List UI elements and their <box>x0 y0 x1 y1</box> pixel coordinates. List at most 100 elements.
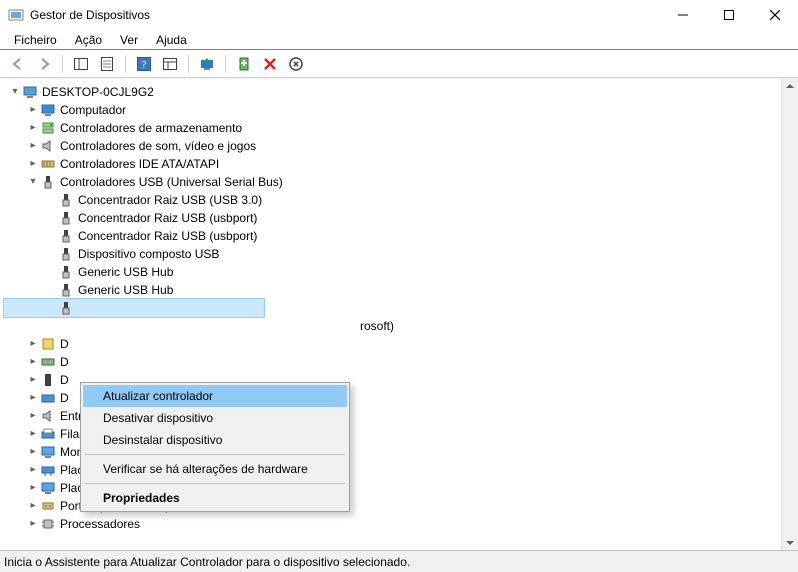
tree-item[interactable]: ▸ D <box>4 335 781 353</box>
disable-device-button[interactable] <box>258 52 282 76</box>
chevron-right-icon[interactable]: ▸ <box>26 407 40 425</box>
content-area: ▾ DESKTOP-0CJL9G2 ▸ Computador ▸ Control… <box>0 78 798 550</box>
action-button[interactable] <box>158 52 182 76</box>
processor-icon <box>40 516 56 532</box>
window-title: Gestor de Dispositivos <box>24 8 150 22</box>
tree-item[interactable]: ▸ Computador <box>4 101 781 119</box>
sound-icon <box>40 138 56 154</box>
tree-item[interactable]: ▸ Controladores de som, vídeo e jogos <box>4 137 781 155</box>
chevron-right-icon[interactable]: ▸ <box>26 137 40 155</box>
tree-item[interactable]: Dispositivo composto USB <box>4 245 781 263</box>
back-button[interactable] <box>6 52 30 76</box>
toolbar-separator <box>188 55 189 73</box>
minimize-button[interactable] <box>660 0 706 30</box>
chevron-right-icon[interactable]: ▸ <box>26 371 40 389</box>
tree-item[interactable]: ▾ Controladores USB (Universal Serial Bu… <box>4 173 781 191</box>
device-icon <box>40 372 56 388</box>
tree-item-label: D <box>60 353 69 371</box>
usb-icon <box>58 264 74 280</box>
usb-icon <box>58 192 74 208</box>
computer-icon <box>22 84 38 100</box>
toolbar: ? <box>0 50 798 78</box>
statusbar: Inicia o Assistente para Atualizar Contr… <box>0 550 798 572</box>
tree-item[interactable]: Concentrador Raiz USB (usbport) <box>4 227 781 245</box>
context-menu-disable-device[interactable]: Desativar dispositivo <box>83 407 347 429</box>
menu-action[interactable]: Ação <box>67 31 110 49</box>
chevron-right-icon[interactable]: ▸ <box>26 353 40 371</box>
tree-item[interactable]: ▸ Controladores IDE ATA/ATAPI <box>4 155 781 173</box>
context-menu-update-driver[interactable]: Atualizar controlador <box>83 385 347 407</box>
tree-item[interactable]: rosoft) <box>4 317 781 335</box>
vertical-scrollbar[interactable] <box>781 79 798 550</box>
tree-item-label: Concentrador Raiz USB (USB 3.0) <box>78 191 262 209</box>
chevron-down-icon[interactable]: ▾ <box>26 173 40 191</box>
device-icon <box>40 336 56 352</box>
menubar: Ficheiro Ação Ver Ajuda <box>0 30 798 50</box>
chevron-right-icon[interactable]: ▸ <box>26 119 40 137</box>
tree-item-label: Computador <box>60 101 126 119</box>
tree-item[interactable]: Generic USB Hub <box>4 281 781 299</box>
tree-item-selected[interactable] <box>4 299 264 317</box>
context-menu-uninstall-device[interactable]: Desinstalar dispositivo <box>83 429 347 451</box>
tree-item[interactable]: ▸ Controladores de armazenamento <box>4 119 781 137</box>
printer-icon <box>40 426 56 442</box>
tree-item-label-tail: rosoft) <box>78 317 394 335</box>
svg-text:?: ? <box>142 59 147 71</box>
tree-item-label: Controladores IDE ATA/ATAPI <box>60 155 219 173</box>
chevron-right-icon[interactable]: ▸ <box>26 497 40 515</box>
tree-item[interactable]: ▸ Processadores <box>4 515 781 533</box>
context-menu-separator <box>85 454 345 455</box>
storage-icon <box>40 120 56 136</box>
context-menu-separator <box>85 483 345 484</box>
enable-device-button[interactable] <box>232 52 256 76</box>
tree-item-label: Generic USB Hub <box>78 263 173 281</box>
chevron-right-icon[interactable]: ▸ <box>26 443 40 461</box>
tree-item[interactable]: Concentrador Raiz USB (USB 3.0) <box>4 191 781 209</box>
tree-item[interactable]: Generic USB Hub <box>4 263 781 281</box>
tree-item-label: D <box>60 389 69 407</box>
titlebar: Gestor de Dispositivos <box>0 0 798 30</box>
tree-item-label: Concentrador Raiz USB (usbport) <box>78 227 257 245</box>
maximize-button[interactable] <box>706 0 752 30</box>
context-menu-properties[interactable]: Propriedades <box>83 487 347 509</box>
chevron-right-icon[interactable]: ▸ <box>26 101 40 119</box>
tree-item-label: Generic USB Hub <box>78 281 173 299</box>
tree-item-label: Concentrador Raiz USB (usbport) <box>78 209 257 227</box>
close-button[interactable] <box>752 0 798 30</box>
tree-item-label: Processadores <box>60 515 140 533</box>
tree-item[interactable]: ▸ D <box>4 353 781 371</box>
ide-icon <box>40 156 56 172</box>
port-icon <box>40 498 56 514</box>
menu-help[interactable]: Ajuda <box>148 31 195 49</box>
audio-icon <box>40 408 56 424</box>
uninstall-device-button[interactable] <box>284 52 308 76</box>
update-driver-button[interactable] <box>195 52 219 76</box>
network-icon <box>40 462 56 478</box>
tree-root[interactable]: ▾ DESKTOP-0CJL9G2 <box>4 83 781 101</box>
show-hide-tree-button[interactable] <box>69 52 93 76</box>
window-controls <box>660 0 798 30</box>
chevron-right-icon[interactable]: ▸ <box>26 515 40 533</box>
tree-item-label: Dispositivo composto USB <box>78 245 219 263</box>
tree-item[interactable]: Concentrador Raiz USB (usbport) <box>4 209 781 227</box>
chevron-right-icon[interactable]: ▸ <box>26 155 40 173</box>
context-menu-scan-hardware[interactable]: Verificar se há alterações de hardware <box>83 458 347 480</box>
device-icon <box>40 390 56 406</box>
forward-button[interactable] <box>32 52 56 76</box>
chevron-right-icon[interactable]: ▸ <box>26 461 40 479</box>
device-icon <box>40 354 56 370</box>
computer-icon <box>40 102 56 118</box>
help-button[interactable]: ? <box>132 52 156 76</box>
tree-item-label <box>78 299 81 317</box>
usb-icon <box>58 300 74 316</box>
menu-file[interactable]: Ficheiro <box>6 31 65 49</box>
device-tree[interactable]: ▾ DESKTOP-0CJL9G2 ▸ Computador ▸ Control… <box>0 79 781 550</box>
chevron-right-icon[interactable]: ▸ <box>26 335 40 353</box>
chevron-right-icon[interactable]: ▸ <box>26 389 40 407</box>
chevron-right-icon[interactable]: ▸ <box>26 425 40 443</box>
chevron-down-icon[interactable]: ▾ <box>8 83 22 101</box>
menu-view[interactable]: Ver <box>112 31 146 49</box>
chevron-right-icon[interactable]: ▸ <box>26 479 40 497</box>
properties-button[interactable] <box>95 52 119 76</box>
context-menu: Atualizar controlador Desativar disposit… <box>80 382 350 512</box>
